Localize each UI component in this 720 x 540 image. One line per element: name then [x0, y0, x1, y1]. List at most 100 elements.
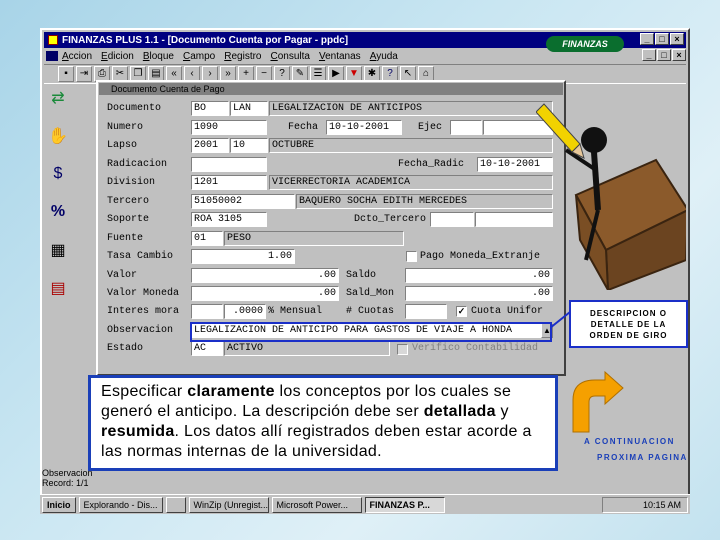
- valor-moneda-field[interactable]: .00: [191, 286, 339, 301]
- curved-arrow-icon: [572, 370, 624, 433]
- estado-label: Estado: [107, 343, 144, 354]
- saldo-mon-field[interactable]: .00: [405, 286, 553, 301]
- stack-icon[interactable]: ▦: [44, 236, 72, 264]
- cuota-unifor-checkbox[interactable]: ✓: [456, 306, 467, 317]
- callout-box: DESCRIPCION O DETALLE DE LA ORDEN DE GIR…: [569, 300, 688, 348]
- fecha-label: Fecha: [288, 122, 319, 133]
- num-cuotas-label: # Cuotas: [346, 306, 395, 317]
- documento-desc-field: LEGALIZACION DE ANTICIPOS: [269, 101, 553, 116]
- money-icon[interactable]: $: [44, 160, 72, 188]
- division-desc-field: VICERRECTORIA ACADEMICA: [269, 175, 553, 190]
- interes-mora-label: Interes mora: [107, 306, 180, 317]
- menu-ventanas[interactable]: Ventanas: [319, 51, 361, 62]
- valor-moneda-label: Valor Moneda: [107, 288, 180, 299]
- ejec-field[interactable]: [450, 120, 482, 135]
- documento-label: Documento: [107, 103, 162, 114]
- menu-ayuda[interactable]: Ayuda: [370, 51, 398, 62]
- lapso-label: Lapso: [107, 140, 138, 151]
- explanation-bold-2: detallada: [423, 403, 496, 420]
- taskbar-item-winzip[interactable]: WinZip (Unregist...: [188, 496, 269, 513]
- division-label: Division: [107, 177, 156, 188]
- doc-minimize-button[interactable]: _: [642, 49, 656, 61]
- fuente-desc-field: PESO: [224, 231, 404, 246]
- clock: 10:15 AM: [642, 499, 681, 510]
- numero-field[interactable]: 1090: [191, 120, 267, 135]
- explanation-box: Especificar claramente los conceptos por…: [88, 375, 558, 471]
- soporte-field[interactable]: ROA 3105: [191, 212, 267, 227]
- fecha-radic-label: Fecha_Radic: [398, 159, 465, 170]
- transfer-arrows-icon[interactable]: ⇄: [44, 84, 72, 112]
- documento-tipo-field[interactable]: BO: [191, 101, 229, 116]
- division-field[interactable]: 1201: [191, 175, 267, 190]
- menu-accion[interactable]: Accion: [62, 51, 92, 62]
- writing-figure-illustration: [536, 103, 686, 290]
- num-cuotas-field[interactable]: [405, 304, 447, 319]
- interes-mora-field[interactable]: [191, 304, 223, 319]
- next-label-1[interactable]: A CONTINUACION: [584, 437, 675, 446]
- numero-label: Numero: [107, 122, 144, 133]
- system-tray: 10:15 AM: [601, 496, 688, 513]
- porc-mensual-field[interactable]: .0000: [224, 304, 266, 319]
- lapso-month-field[interactable]: 10: [230, 138, 268, 153]
- valor-label: Valor: [107, 270, 138, 281]
- documento-clase-field[interactable]: LAN: [230, 101, 268, 116]
- taskbar-item-explorer[interactable]: Explorando - Dis...: [78, 496, 163, 513]
- tercero-desc-field: BAQUERO SOCHA EDITH MERCEDES: [296, 194, 553, 209]
- doc-close-button[interactable]: ×: [672, 49, 686, 61]
- hand-document-icon[interactable]: ✋: [44, 122, 72, 150]
- next-label-2[interactable]: PROXIMA PAGINA: [597, 453, 688, 462]
- saldo-field[interactable]: .00: [405, 268, 553, 283]
- status-field-name: Observacion: [42, 468, 93, 478]
- estado-desc-field: ACTIVO: [224, 341, 390, 356]
- soporte-label: Soporte: [107, 214, 150, 225]
- fuente-label: Fuente: [107, 233, 144, 244]
- start-button[interactable]: Inicio: [42, 496, 76, 513]
- status-bar: Observacion Record: 1/1: [42, 468, 93, 488]
- radicacion-label: Radicacion: [107, 159, 168, 170]
- saldo-mon-label: Sald_Mon: [346, 288, 395, 299]
- pago-moneda-label: Pago Moneda_Extranje: [420, 251, 541, 262]
- minimize-button[interactable]: _: [640, 33, 654, 45]
- window-title: FINANZAS PLUS 1.1 - [Documento Cuenta po…: [62, 34, 349, 46]
- taskbar-item-finanzas[interactable]: FINANZAS P...: [364, 496, 445, 513]
- dcto-tercero-label: Dcto_Tercero: [354, 214, 427, 225]
- porc-mensual-label: % Mensual: [268, 306, 323, 317]
- menu-campo[interactable]: Campo: [183, 51, 215, 62]
- verifico-checkbox[interactable]: [397, 344, 408, 355]
- menu-edicion[interactable]: Edicion: [101, 51, 134, 62]
- doc-restore-button[interactable]: □: [657, 49, 671, 61]
- menu-consulta[interactable]: Consulta: [270, 51, 309, 62]
- lapso-year-field[interactable]: 2001: [191, 138, 229, 153]
- maximize-button[interactable]: □: [655, 33, 669, 45]
- taskbar-item-powerpoint[interactable]: Microsoft Power...: [271, 496, 362, 513]
- menu-bloque[interactable]: Bloque: [143, 51, 174, 62]
- menu-registro[interactable]: Registro: [224, 51, 261, 62]
- left-toolbar: ⇄ ✋ $ % ▦ ▤: [44, 84, 74, 312]
- ejec-label: Ejec: [418, 122, 443, 133]
- report-icon[interactable]: ▤: [44, 274, 72, 302]
- explanation-text-1: Especificar: [101, 383, 188, 400]
- explanation-bold-1: claramente: [187, 383, 275, 400]
- save-icon[interactable]: ▪: [58, 66, 74, 82]
- observacion-label: Observacion: [107, 325, 174, 336]
- valor-field[interactable]: .00: [191, 268, 339, 283]
- fuente-field[interactable]: 01: [191, 231, 223, 246]
- exit-icon[interactable]: ⇥: [76, 66, 92, 82]
- saldo-label: Saldo: [346, 270, 377, 281]
- cuota-unifor-label: Cuota Unifor: [471, 306, 544, 317]
- explanation-bold-3: resumida: [101, 423, 175, 440]
- estado-field[interactable]: AC: [191, 341, 223, 356]
- pago-moneda-checkbox[interactable]: [406, 251, 417, 262]
- explanation-text-3: y: [495, 403, 509, 420]
- document-icon: [46, 51, 58, 61]
- percent-icon[interactable]: %: [44, 198, 72, 226]
- radicacion-field[interactable]: [191, 157, 267, 172]
- tercero-label: Tercero: [107, 196, 150, 207]
- dcto-tercero-field[interactable]: [430, 212, 474, 227]
- tasa-cambio-field[interactable]: 1.00: [191, 249, 295, 264]
- fecha-field[interactable]: 10-10-2001: [326, 120, 402, 135]
- taskbar-item-blank[interactable]: [165, 496, 186, 513]
- close-button[interactable]: ×: [670, 33, 684, 45]
- tercero-field[interactable]: 51050002: [191, 194, 295, 209]
- verifico-label: Verifico Contabilidad: [412, 343, 539, 354]
